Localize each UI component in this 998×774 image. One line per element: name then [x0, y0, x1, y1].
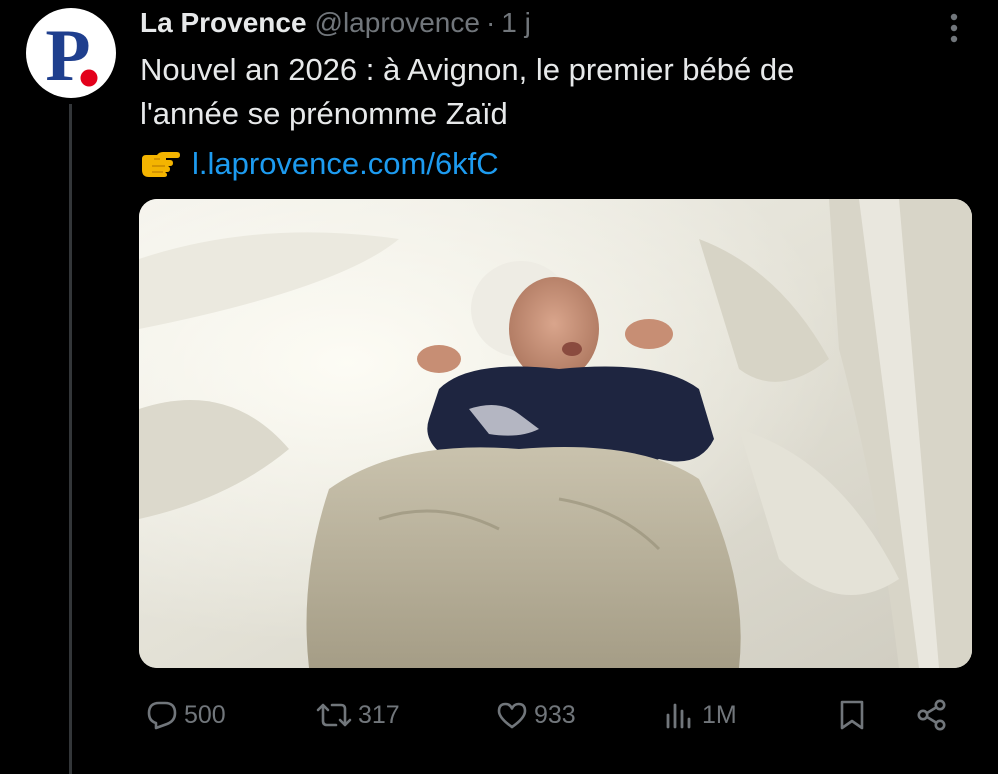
repost-count: 317: [358, 700, 400, 729]
repost-icon: [316, 703, 352, 727]
author-name[interactable]: La Provence: [140, 7, 307, 39]
tweet-text-line-2: l'année se prénomme Zaïd: [140, 96, 508, 131]
pointing-right-hand-icon: [140, 150, 180, 178]
la-provence-logo-icon: P: [45, 15, 98, 97]
share-icon: [917, 699, 946, 731]
like-count: 933: [534, 700, 576, 729]
views-button[interactable]: 1M: [664, 692, 737, 738]
thread-line: [69, 104, 72, 774]
timestamp[interactable]: 1 j: [501, 7, 531, 39]
repost-button[interactable]: 317: [316, 692, 400, 738]
more-options-button[interactable]: [936, 10, 972, 46]
link-line: l.laprovence.com/6kfC: [140, 142, 499, 186]
newborn-baby-image: [139, 199, 972, 668]
tweet[interactable]: P La Provence @laprovence · 1 j Nouvel a…: [0, 0, 998, 774]
like-button[interactable]: 933: [496, 692, 576, 738]
analytics-icon: [666, 703, 691, 729]
heart-icon: [497, 702, 527, 729]
author-handle[interactable]: @laprovence: [315, 7, 480, 39]
share-button[interactable]: [916, 692, 948, 738]
bookmark-icon: [840, 700, 864, 730]
tweet-link[interactable]: l.laprovence.com/6kfC: [192, 146, 499, 182]
tweet-photo[interactable]: [139, 199, 972, 668]
action-bar: 500 317 933 1M: [140, 692, 970, 738]
views-count: 1M: [702, 700, 737, 729]
tweet-header: La Provence @laprovence · 1 j: [140, 4, 531, 42]
reply-count: 500: [184, 700, 226, 729]
tweet-text: Nouvel an 2026 : à Avignon, le premier b…: [140, 48, 970, 136]
bookmark-button[interactable]: [838, 692, 866, 738]
separator-dot: ·: [485, 7, 496, 38]
reply-button[interactable]: 500: [146, 692, 226, 738]
avatar[interactable]: P: [26, 8, 116, 98]
more-vertical-icon: [950, 13, 958, 43]
tweet-text-line-1: Nouvel an 2026 : à Avignon, le premier b…: [140, 52, 795, 87]
reply-icon: [147, 701, 177, 730]
